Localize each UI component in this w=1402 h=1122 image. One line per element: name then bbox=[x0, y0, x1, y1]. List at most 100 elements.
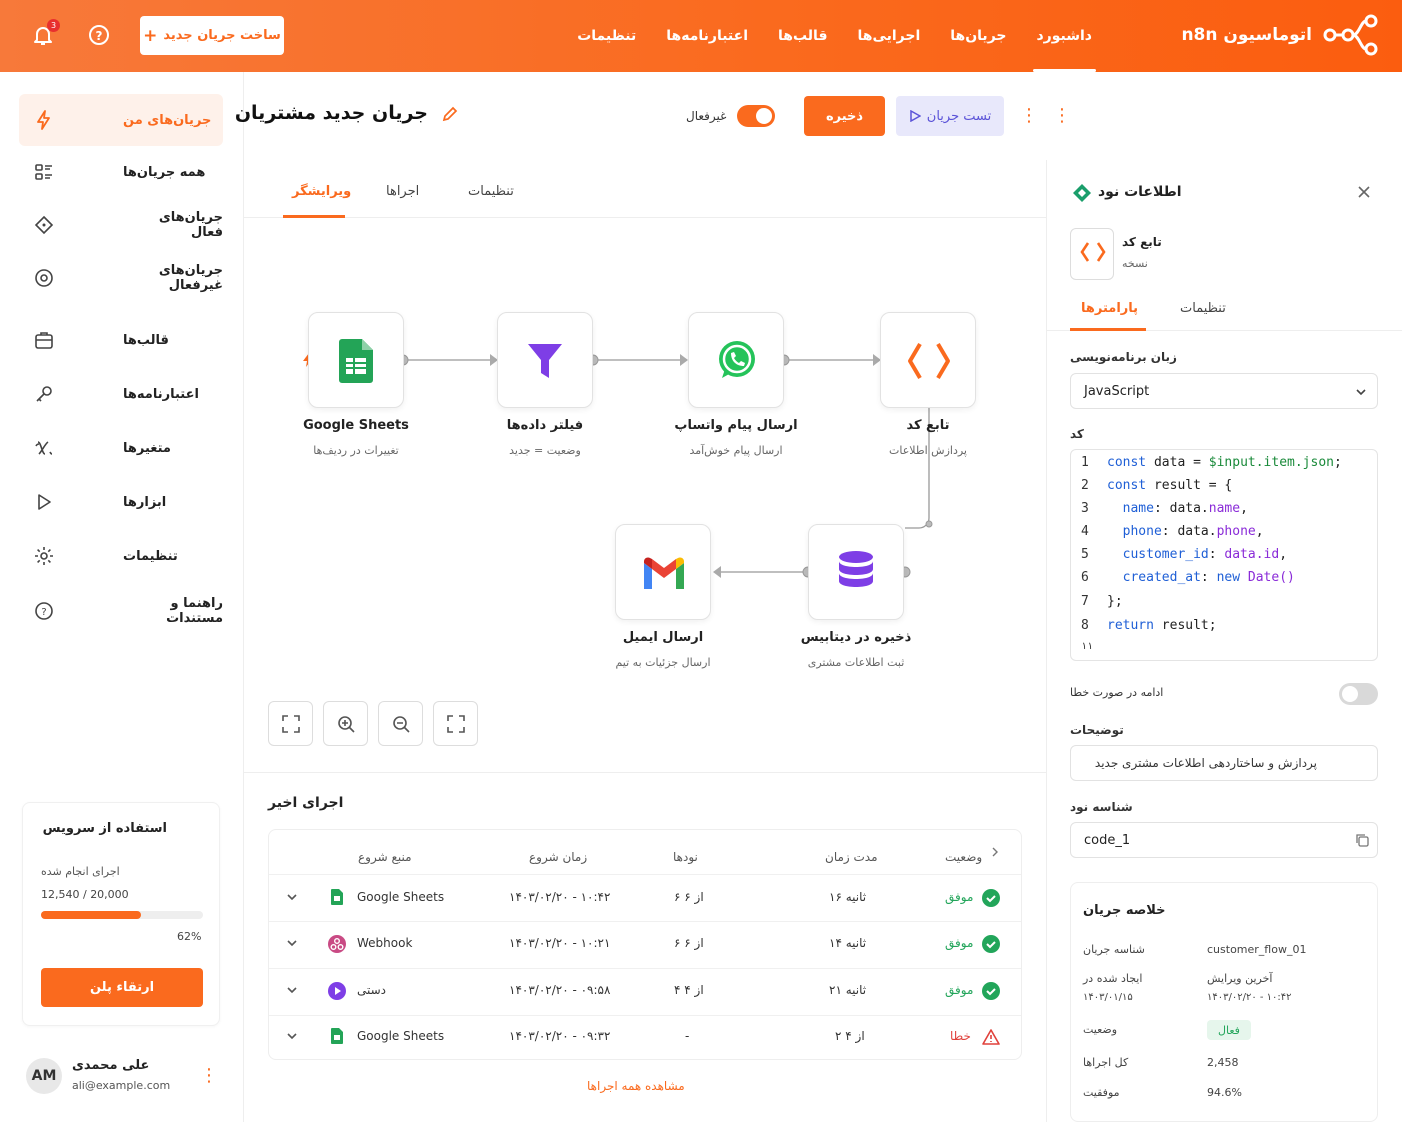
google-sheets-icon bbox=[331, 889, 343, 905]
sidebar-item-all-flows[interactable]: همه جریان‌ها bbox=[19, 146, 223, 198]
row-start: ۱۴۰۳/۰۲/۲۰ - ۱۰:۲۱ bbox=[509, 936, 611, 950]
summary-title: خلاصه جریان bbox=[1083, 903, 1166, 918]
panel-node-name: تابع کد bbox=[1122, 235, 1162, 249]
sidebar-item-variables[interactable]: متغیرها bbox=[19, 422, 223, 474]
user-menu-icon[interactable]: ⋮ bbox=[200, 1066, 218, 1086]
lightning-icon bbox=[37, 110, 50, 130]
sidebar-item-active-flows[interactable]: جریان‌های فعال bbox=[19, 199, 223, 251]
row-duration: ۲ از ۴ bbox=[835, 1029, 865, 1043]
table-row[interactable]: موفق ۱۶ ثانیه ۶ از ۶ ۱۴۰۳/۰۲/۲۰ - ۱۰:۴۲ … bbox=[269, 875, 1021, 921]
nav-flows[interactable]: جریان‌ها bbox=[950, 0, 1006, 72]
sidebar-item-inactive-flows[interactable]: جریان‌های غیرفعال bbox=[19, 252, 223, 304]
code-braces-icon bbox=[908, 342, 950, 380]
node-database[interactable] bbox=[808, 524, 904, 620]
th-source: منبع شروع bbox=[358, 850, 412, 864]
more-menu-icon-2[interactable]: ⋮ bbox=[1053, 104, 1071, 128]
copy-icon[interactable] bbox=[1355, 833, 1369, 847]
node-info-diamond-icon bbox=[1073, 184, 1091, 202]
code-label: کد bbox=[1070, 427, 1084, 441]
sidebar-item-help[interactable]: ? راهنما و مستندات bbox=[19, 585, 223, 637]
recent-title: اجرای اخیر bbox=[268, 795, 344, 811]
more-menu-icon[interactable]: ⋮ bbox=[1020, 104, 1038, 128]
node-whatsapp-title: ارسال پیام واتساپ bbox=[674, 418, 798, 433]
sort-icon[interactable] bbox=[989, 846, 1001, 858]
brand[interactable]: n8n اتوماسیون bbox=[1181, 14, 1378, 56]
test-flow-button[interactable]: تست جریان bbox=[896, 96, 1004, 136]
notification-badge: 3 bbox=[47, 19, 60, 32]
help-icon[interactable]: ? bbox=[86, 22, 112, 48]
chevron-down-icon[interactable] bbox=[286, 891, 298, 903]
zoom-out-button[interactable] bbox=[378, 701, 423, 746]
new-flow-button[interactable]: ساخت جریان جدید + bbox=[140, 16, 284, 55]
database-icon bbox=[839, 551, 873, 587]
row-status: موفق bbox=[945, 890, 974, 904]
row-nodes: ۴ از ۴ bbox=[674, 983, 704, 997]
sidebar-item-my-flows[interactable]: جریان‌های من bbox=[19, 94, 223, 146]
panel-tab-settings[interactable]: تنظیمات bbox=[1180, 301, 1226, 316]
save-button[interactable]: ذخیره bbox=[804, 96, 885, 136]
tab-editor[interactable]: ویرایشگر bbox=[292, 184, 351, 199]
sidebar-item-label: تنظیمات bbox=[123, 548, 178, 564]
summary-status-label: وضعیت bbox=[1083, 1023, 1118, 1036]
sidebar-item-label: جریان‌های من bbox=[123, 112, 212, 128]
active-toggle[interactable] bbox=[737, 105, 775, 127]
view-all-runs-link[interactable]: مشاهده همه اجراها bbox=[587, 1079, 685, 1093]
description-field[interactable]: پردازش و ساختاردهی اطلاعات مشتری جدید bbox=[1070, 745, 1378, 781]
user-email: ali@example.com bbox=[72, 1079, 171, 1092]
row-nodes: - bbox=[685, 1029, 690, 1043]
filter-funnel-icon bbox=[528, 344, 562, 378]
fit-view-button[interactable] bbox=[268, 701, 313, 746]
chevron-down-icon[interactable] bbox=[286, 984, 298, 996]
zoom-in-button[interactable] bbox=[323, 701, 368, 746]
close-icon[interactable] bbox=[1357, 185, 1371, 199]
node-filter[interactable] bbox=[497, 312, 593, 408]
user-profile[interactable]: AM علی محمدی ali@example.com ⋮ bbox=[22, 1052, 220, 1102]
sidebar-item-label: راهنما و مستندات bbox=[166, 596, 223, 626]
sidebar-item-settings[interactable]: تنظیمات bbox=[19, 530, 223, 582]
tab-settings[interactable]: تنظیمات bbox=[468, 184, 514, 199]
nav-settings[interactable]: تنظیمات bbox=[577, 0, 636, 72]
table-row[interactable]: موفق ۲۱ ثانیه ۴ از ۴ ۱۴۰۳/۰۲/۲۰ - ۰۹:۵۸ … bbox=[269, 969, 1021, 1015]
sidebar-item-tools[interactable]: ابزارها bbox=[19, 476, 223, 528]
sidebar-item-label: ابزارها bbox=[123, 494, 167, 510]
th-status: وضعیت bbox=[945, 850, 983, 864]
node-code[interactable] bbox=[880, 312, 976, 408]
summary-flow-id: customer_flow_01 bbox=[1207, 943, 1307, 956]
nav-executions[interactable]: اجرایی‌ها bbox=[857, 0, 920, 72]
tag-icon bbox=[34, 215, 54, 235]
nav-templates[interactable]: قالب‌ها bbox=[778, 0, 827, 72]
tab-executions[interactable]: اجراها bbox=[386, 184, 419, 199]
fullscreen-button[interactable] bbox=[433, 701, 478, 746]
check-circle-icon bbox=[982, 935, 1000, 953]
language-select[interactable]: JavaScript bbox=[1070, 373, 1378, 409]
continue-on-error-toggle[interactable] bbox=[1339, 683, 1378, 705]
nav-credentials[interactable]: اعتبارنامه‌ها bbox=[666, 0, 748, 72]
upgrade-button[interactable]: ارتقاء پلن bbox=[41, 968, 203, 1007]
nav-dashboard[interactable]: داشبورد bbox=[1032, 0, 1096, 72]
node-type-icon-box bbox=[1070, 228, 1114, 280]
recent-runs-table: وضعیت مدت زمان نودها زمان شروع منبع شروع… bbox=[268, 829, 1022, 1060]
panel-tab-parameters[interactable]: پارامترها bbox=[1081, 301, 1138, 316]
google-sheets-icon bbox=[331, 1028, 343, 1044]
chevron-down-icon[interactable] bbox=[286, 937, 298, 949]
edit-pencil-icon[interactable] bbox=[441, 106, 459, 124]
code-editor[interactable]: 1 const data = $input.item.json; 2 const r… bbox=[1070, 449, 1378, 661]
sidebar-item-templates[interactable]: قالب‌ها bbox=[19, 314, 223, 366]
node-whatsapp[interactable] bbox=[688, 312, 784, 408]
manual-play-icon bbox=[328, 982, 346, 1000]
node-whatsapp-sub: ارسال پیام خوش‌آمد bbox=[689, 444, 783, 457]
table-row[interactable]: موفق ۱۴ ثانیه ۶ از ۶ ۱۴۰۳/۰۲/۲۰ - ۱۰:۲۱ … bbox=[269, 922, 1021, 968]
chevron-down-icon[interactable] bbox=[286, 1030, 298, 1042]
top-bar: n8n اتوماسیون داشبورد جریان‌ها اجرایی‌ها… bbox=[0, 0, 1402, 72]
row-source: Webhook bbox=[357, 936, 413, 950]
table-row[interactable]: خطا ۲ از ۴ - ۱۴۰۳/۰۲/۲۰ - ۰۹:۳۲ Google S… bbox=[269, 1016, 1021, 1060]
sidebar-item-label: اعتبارنامه‌ها bbox=[123, 386, 199, 402]
node-google-sheets[interactable] bbox=[308, 312, 404, 408]
bell-icon[interactable]: 3 bbox=[30, 19, 60, 48]
zoom-in-icon bbox=[338, 716, 355, 733]
node-email[interactable] bbox=[615, 524, 711, 620]
node-db-title: ذخیره در دیتابیس bbox=[800, 630, 912, 645]
row-nodes: ۶ از ۶ bbox=[674, 890, 704, 904]
node-id-field[interactable]: code_1 bbox=[1070, 822, 1378, 858]
sidebar-item-credentials[interactable]: اعتبارنامه‌ها bbox=[19, 368, 223, 420]
